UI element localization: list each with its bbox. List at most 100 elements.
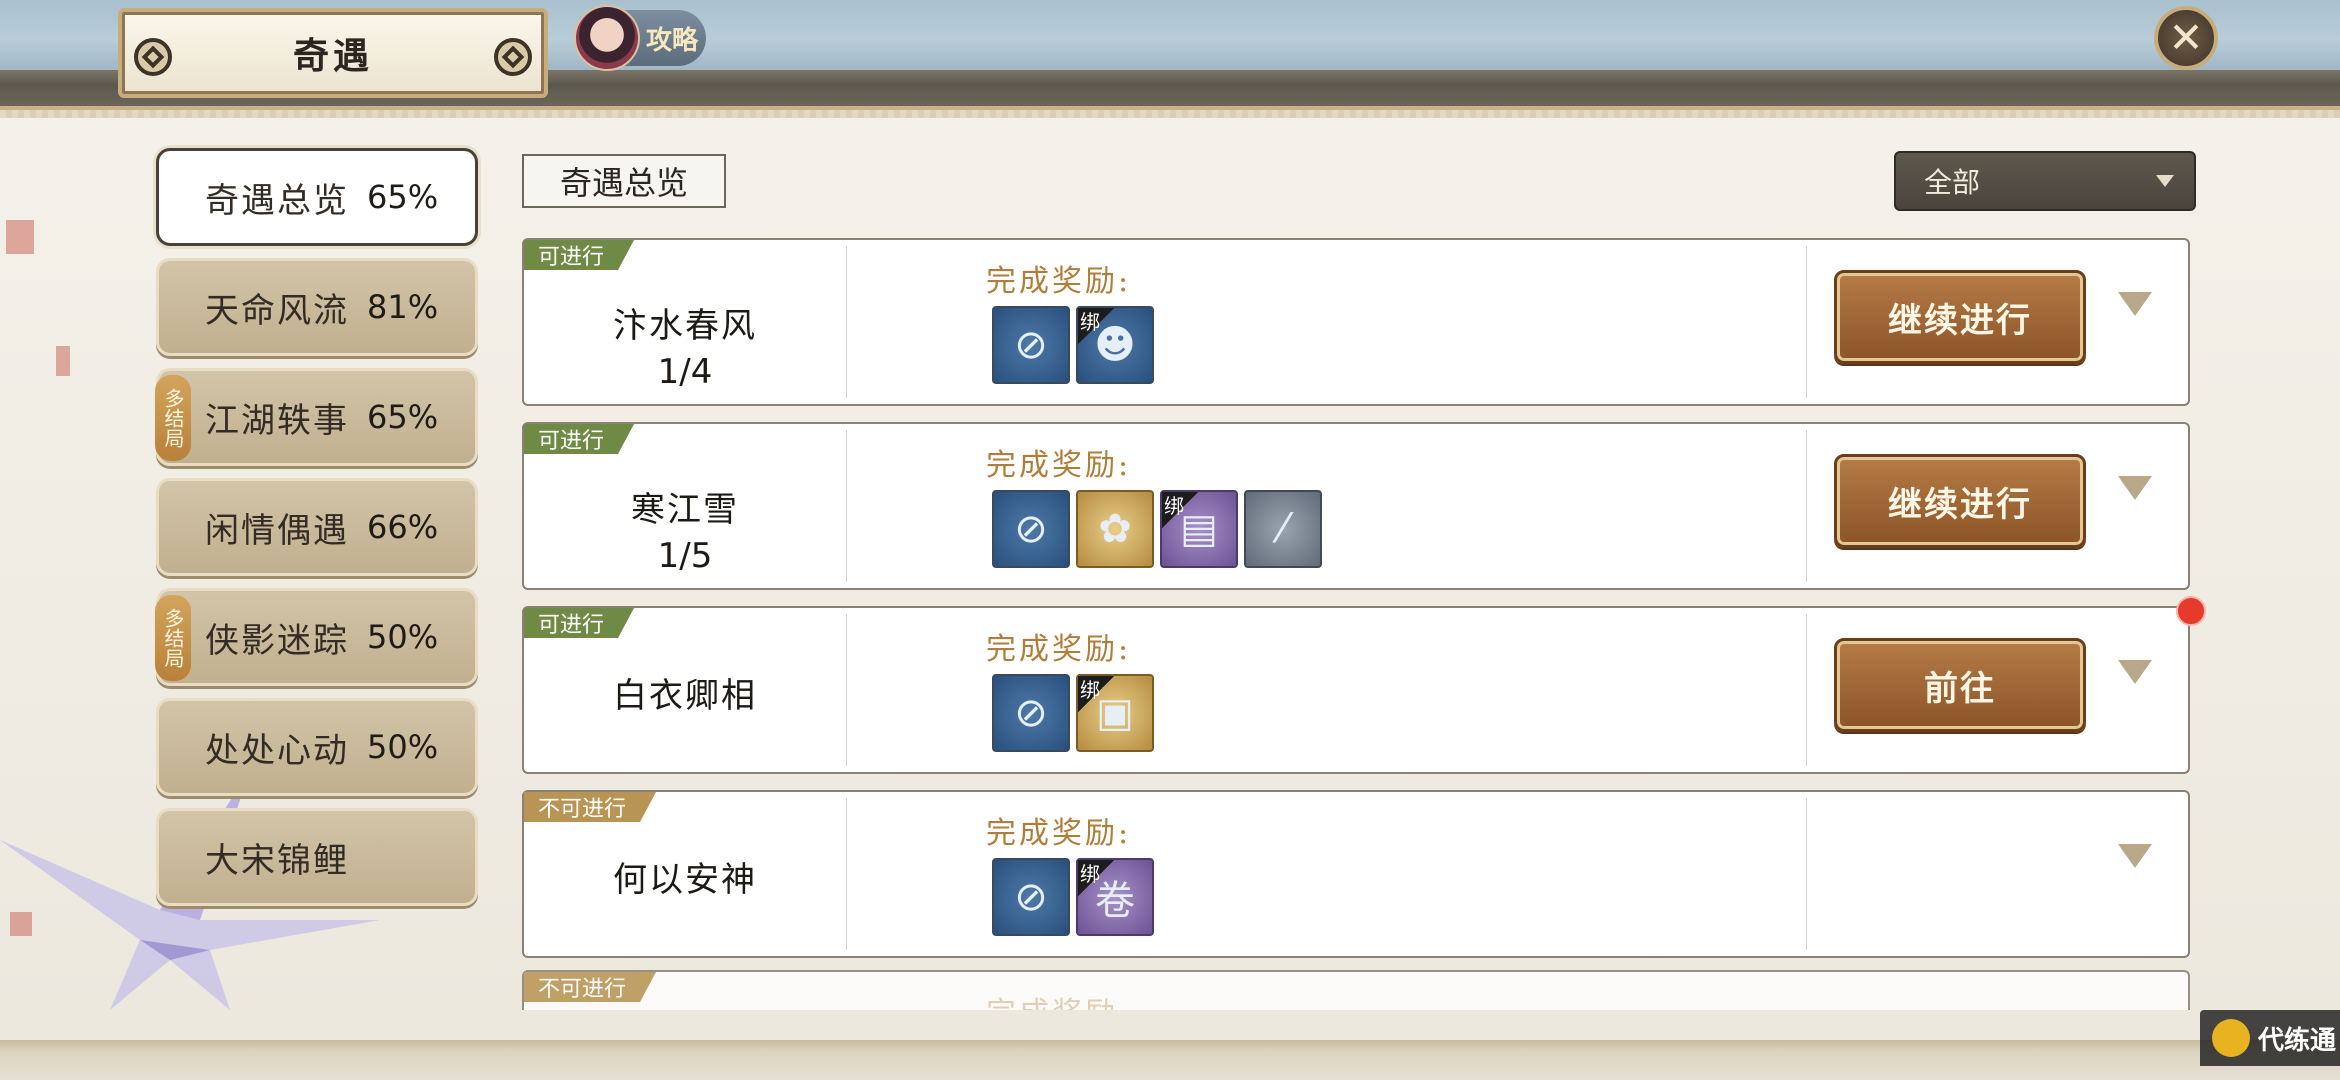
- quest-card[interactable]: 不可进行何以安神 完成奖励: ⊘ 卷绑: [522, 790, 2190, 958]
- medal-icon: ⊘: [1014, 322, 1048, 368]
- medal-icon: ⊘: [1014, 874, 1048, 920]
- nav-item-percent: 50%: [367, 618, 439, 656]
- reward-item[interactable]: ▤ 绑: [1160, 490, 1238, 568]
- window-title-tab: 奇遇: [118, 8, 548, 98]
- watermark-logo-icon: [2212, 1019, 2250, 1057]
- status-badge: 可进行: [524, 424, 634, 454]
- reward-item[interactable]: ✿: [1076, 490, 1154, 568]
- watermark: 代练通: [2200, 1010, 2340, 1066]
- nav-item-percent: 50%: [367, 728, 439, 766]
- reward-items: ⊘ ✿ ▤ 绑 ⁄: [992, 490, 1322, 568]
- guide-label: 攻略: [646, 25, 699, 56]
- window-title: 奇遇: [292, 35, 373, 77]
- expand-arrow-icon[interactable]: [2118, 476, 2152, 500]
- reward-item[interactable]: ⊘: [992, 490, 1070, 568]
- reward-item[interactable]: ⊘: [992, 674, 1070, 752]
- divider: [846, 246, 847, 398]
- nav-item-label: 奇遇总览: [205, 180, 349, 221]
- guide-button[interactable]: 攻略: [574, 5, 706, 71]
- expand-arrow-icon[interactable]: [2118, 844, 2152, 868]
- multi-ending-badge: 多结局: [155, 375, 191, 461]
- divider: [1806, 246, 1807, 398]
- status-badge: 不可进行: [524, 972, 656, 1002]
- reward-item[interactable]: 卷绑: [1076, 858, 1154, 936]
- reward-label: 完成奖励:: [986, 448, 1132, 483]
- quest-progress: 1/4: [657, 352, 713, 392]
- watermark-text: 代练通: [2258, 1025, 2337, 1056]
- nav-item-label: 天命风流: [205, 290, 349, 331]
- divider: [1806, 614, 1807, 766]
- nav-item[interactable]: 闲情偶遇 66%: [156, 478, 478, 576]
- nav-item[interactable]: 天命风流 81%: [156, 258, 478, 356]
- divider: [846, 614, 847, 766]
- reward-item[interactable]: ⊘: [992, 306, 1070, 384]
- reward-items: ⊘ ☻ 绑: [992, 306, 1154, 384]
- continue-button[interactable]: 继续进行: [1834, 270, 2086, 364]
- bound-tag: 绑: [1078, 676, 1114, 712]
- continue-button[interactable]: 继续进行: [1834, 454, 2086, 548]
- quest-name: 白衣卿相: [613, 676, 757, 716]
- lotus-icon: ✿: [1098, 506, 1132, 552]
- chevron-down-icon: [2156, 175, 2174, 187]
- status-badge: 可进行: [524, 608, 634, 638]
- quest-name: 汴水春风: [613, 306, 757, 346]
- status-badge: 不可进行: [524, 792, 656, 822]
- reward-item[interactable]: ▣ 绑: [1076, 674, 1154, 752]
- nav-item[interactable]: 多结局 侠影迷踪 50%: [155, 588, 478, 686]
- nav-item-percent: 65%: [367, 398, 439, 436]
- status-badge: 可进行: [524, 240, 634, 270]
- expand-arrow-icon[interactable]: [2118, 660, 2152, 684]
- multi-ending-badge: 多结局: [155, 595, 191, 681]
- reward-label: 完成奖励:: [986, 632, 1132, 667]
- reward-label: 完成奖励:: [986, 264, 1132, 299]
- quest-card-partial: 不可进行 完成奖励:: [522, 970, 2190, 1010]
- quest-progress: 1/5: [657, 536, 713, 576]
- quest-name: 何以安神: [613, 860, 757, 900]
- bound-tag: 绑: [1162, 492, 1198, 528]
- nav-item-label: 闲情偶遇: [205, 510, 349, 551]
- reward-items: ⊘ 卷绑: [992, 858, 1154, 936]
- nav-item[interactable]: 处处心动 50%: [156, 698, 478, 796]
- seal-stamp: [6, 220, 34, 254]
- notification-dot: [2176, 596, 2206, 626]
- seal-stamp: [56, 346, 70, 376]
- reward-item[interactable]: ⁄: [1244, 490, 1322, 568]
- bound-tag: 绑: [1078, 860, 1114, 896]
- go-button[interactable]: 前往: [1834, 638, 2086, 732]
- quest-card[interactable]: 可进行白衣卿相 完成奖励: ⊘ ▣ 绑 前往: [522, 606, 2190, 774]
- bound-label: 绑: [1080, 310, 1100, 334]
- expand-arrow-icon[interactable]: [2118, 292, 2152, 316]
- reward-item[interactable]: ☻ 绑: [1076, 306, 1154, 384]
- divider: [846, 430, 847, 582]
- nav-item[interactable]: 奇遇总览 65%: [156, 148, 478, 246]
- reward-label: 完成奖励:: [986, 988, 1131, 1010]
- nav-item-percent: 65%: [367, 178, 439, 216]
- knot-ornament-icon: [134, 38, 172, 76]
- nav-item-percent: 81%: [367, 288, 439, 326]
- filter-dropdown[interactable]: 全部: [1894, 151, 2196, 211]
- close-button[interactable]: ✕: [2154, 6, 2218, 70]
- nav-item-label: 江湖轶事: [205, 400, 349, 441]
- section-title: 奇遇总览: [522, 154, 726, 208]
- medal-icon: ⊘: [1014, 690, 1048, 736]
- divider: [1806, 798, 1807, 950]
- nav-item-label: 侠影迷踪: [205, 620, 349, 661]
- quest-card: 不可进行 完成奖励:: [522, 970, 2190, 1010]
- nav-item-percent: 66%: [367, 508, 439, 546]
- avatar: [574, 5, 640, 71]
- bound-label: 绑: [1080, 862, 1100, 886]
- quest-name: 寒江雪: [631, 490, 739, 530]
- quest-card[interactable]: 可进行寒江雪 1/5 完成奖励: ⊘ ✿ ▤ 绑 ⁄ 继续进行: [522, 422, 2190, 590]
- quest-card[interactable]: 可进行汴水春风 1/4 完成奖励: ⊘ ☻ 绑 继续进行: [522, 238, 2190, 406]
- reward-item[interactable]: ⊘: [992, 858, 1070, 936]
- divider: [846, 798, 847, 950]
- knot-ornament-icon: [494, 38, 532, 76]
- reward-label: 完成奖励:: [986, 816, 1132, 851]
- bound-tag: 绑: [1078, 308, 1114, 344]
- nav-item[interactable]: 多结局 江湖轶事 65%: [155, 368, 478, 466]
- nav-item-label: 处处心动: [205, 730, 349, 771]
- filter-value: 全部: [1924, 166, 1981, 199]
- nav-item[interactable]: 大宋锦鲤: [156, 808, 478, 906]
- bottom-band: [0, 1040, 2340, 1080]
- nav-item-label: 大宋锦鲤: [205, 840, 349, 881]
